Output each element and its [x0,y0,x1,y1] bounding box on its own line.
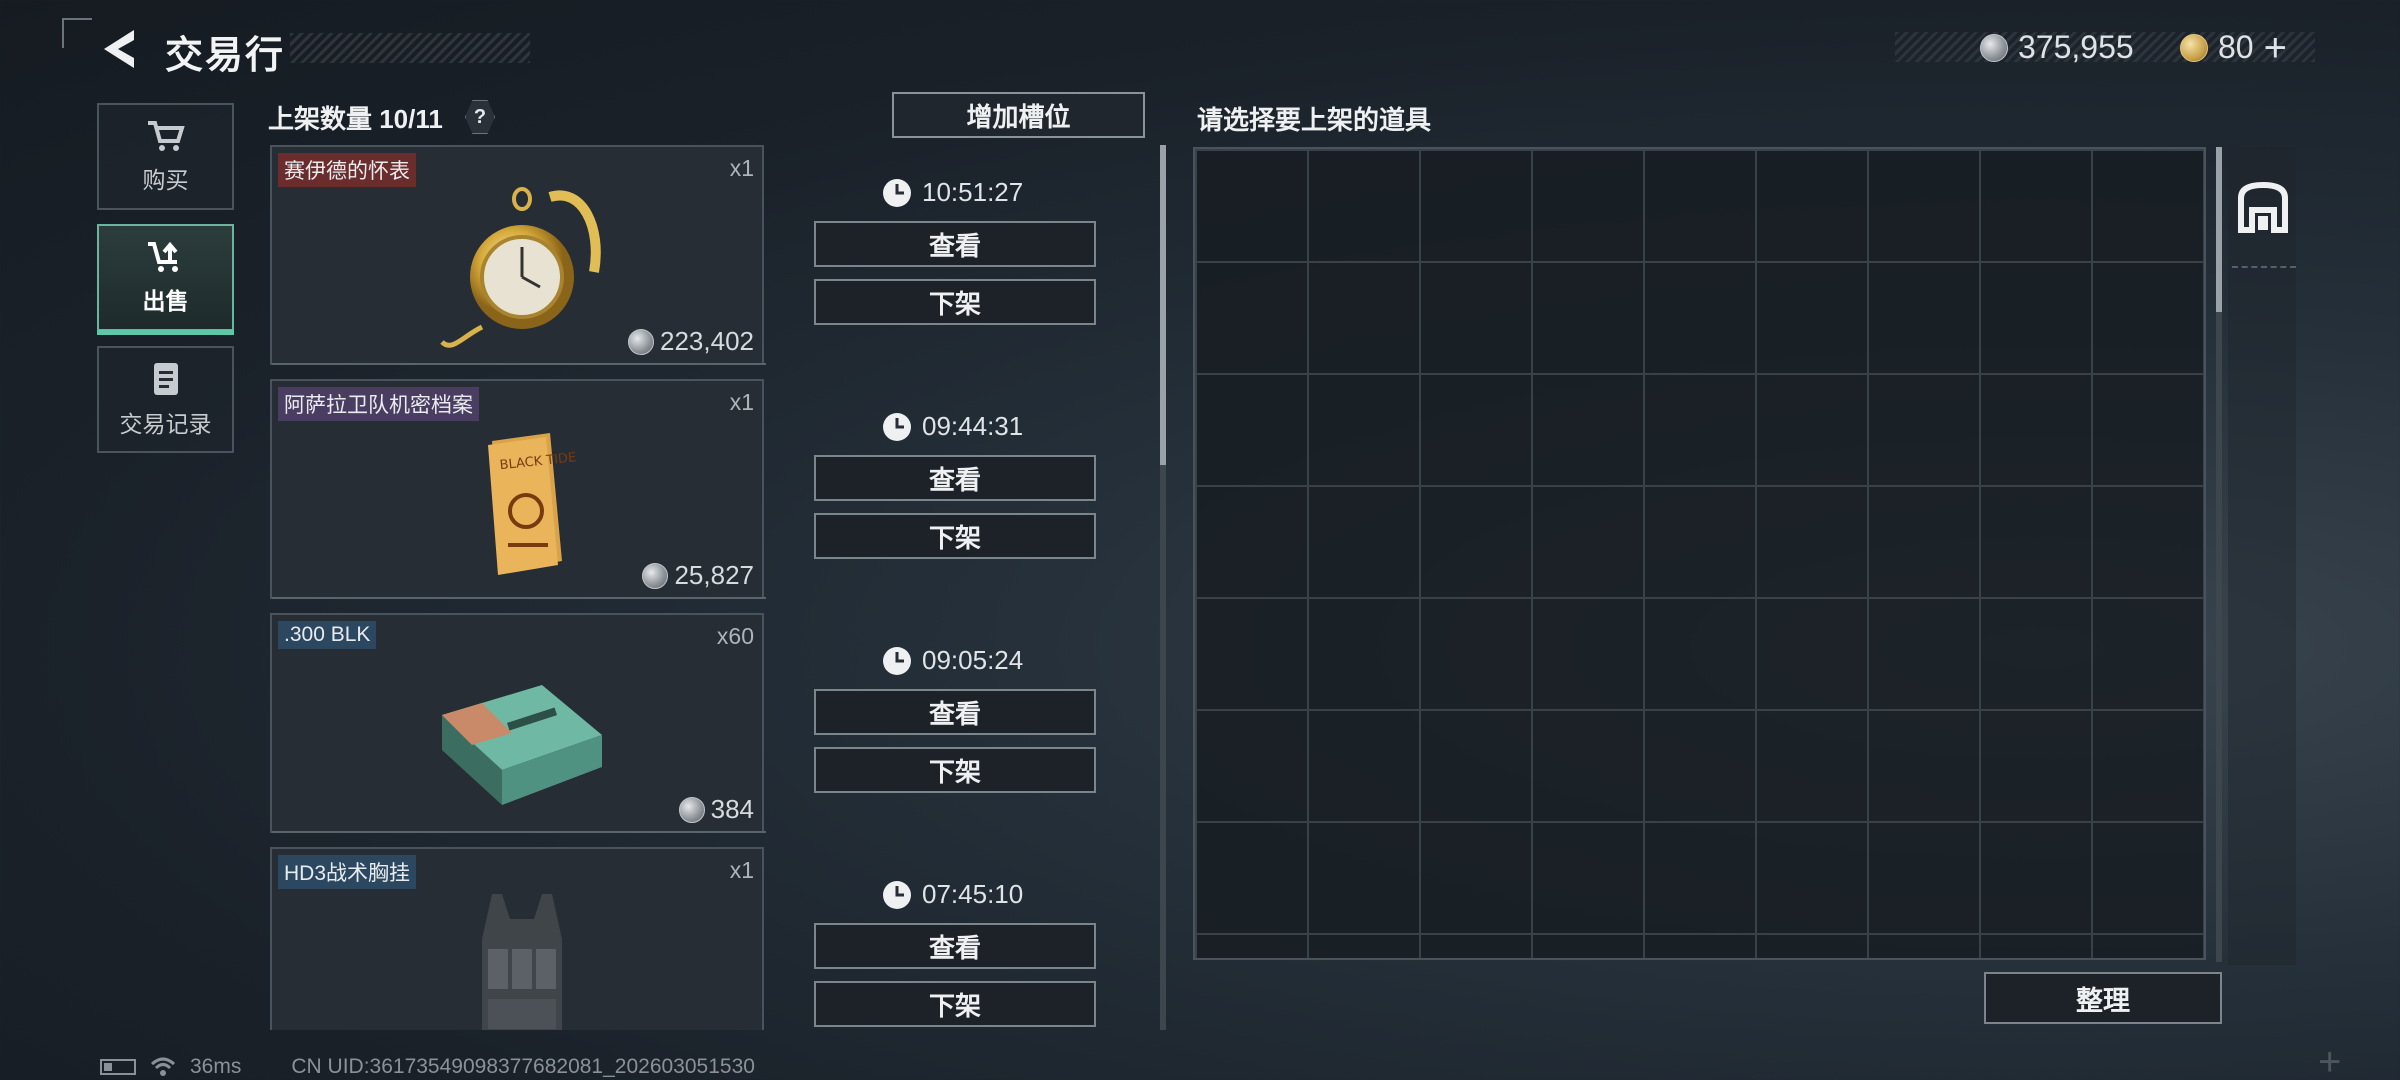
silver-coin-icon [628,328,655,355]
nav-sell[interactable]: 出售 [97,224,234,335]
item-card[interactable]: HD3战术胸挂 x1 [270,847,764,1030]
silver-coin-icon [642,562,669,589]
item-qty: x1 [729,857,754,883]
side-panel-divider [2232,266,2296,268]
item-price: 25,827 [642,560,754,591]
sell-cart-icon [147,241,178,272]
item-name: .300 BLK [278,621,377,649]
nav-records-label: 交易记录 [119,410,212,437]
delist-button[interactable]: 下架 [814,279,1096,325]
add-currency-button[interactable]: + [2264,28,2287,68]
help-button[interactable]: ? [465,100,495,134]
silver-coin-icon [678,796,705,823]
ammo-box-image [442,685,602,805]
timer-value: 09:05:24 [922,645,1024,675]
inventory-title: 请选择要上架的道具 [1197,105,1432,135]
listing-item: HD3战术胸挂 x1 07:45:10 查看 下架 [270,847,1146,1030]
listing-list[interactable]: 赛伊德的怀表 x1 223,402 10:51:27 查看 下架 阿萨拉卫队机密… [270,145,1146,1030]
page-title: 交易行 [165,35,286,77]
item-card[interactable]: 赛伊德的怀表 x1 223,402 [270,145,766,365]
timer-value: 09:44:31 [922,411,1024,441]
header-stripe [290,33,530,63]
listing-item: 赛伊德的怀表 x1 223,402 10:51:27 查看 下架 [270,145,1146,365]
view-button[interactable]: 查看 [814,923,1096,969]
gold-amount: 80 [2218,29,2254,65]
gold-coin-icon [2180,33,2208,62]
timer-value: 07:45:10 [922,879,1024,909]
item-price-value: 384 [710,794,754,824]
inventory-scrollbar-thumb[interactable] [2216,147,2222,312]
nav-buy[interactable]: 购买 [97,103,234,210]
item-price: 384 [678,794,754,825]
nav-buy-label: 购买 [142,166,189,193]
corner-bracket [62,18,92,48]
view-button[interactable]: 查看 [814,455,1096,501]
item-card[interactable]: .300 BLK x60 384 [270,613,766,833]
battery-icon [100,1059,136,1075]
listing-timer: 10:51:27 [882,177,1023,208]
ping-value: 36ms [190,1055,242,1078]
listed-count: 上架数量 10/11 [268,104,443,134]
delist-button[interactable]: 下架 [814,513,1096,559]
inventory-grid[interactable] [1193,147,2206,960]
sort-button[interactable]: 整理 [1984,972,2222,1024]
listing-timer: 07:45:10 [882,879,1023,910]
item-price-value: 223,402 [660,326,754,356]
item-name: HD3战术胸挂 [278,855,417,889]
document-image: BLACK TIDE [488,433,577,575]
item-qty: x1 [729,155,754,181]
pocket-watch-image [440,187,601,348]
status-bar: 36ms CN UID:3617354909837768208​1_202603… [100,1055,755,1079]
timer-value: 10:51:27 [922,177,1024,207]
corner-plus-icon: + [2318,1040,2342,1080]
wifi-icon [150,1057,176,1076]
silver-amount: 375,955 [2018,29,2134,65]
chest-rig-image [482,894,562,1030]
item-qty: x60 [716,623,754,649]
clock-icon [883,178,911,207]
storage-icon[interactable] [2236,180,2290,234]
currency-silver: 375,955 [1980,29,2134,66]
currency-gold: 80 + [2180,28,2287,68]
add-slot-button[interactable]: 增加槽位 [892,92,1145,138]
item-qty: x1 [729,389,754,415]
uid-text: CN UID:3617354909837768208​1_20260305153… [291,1055,755,1078]
listing-timer: 09:05:24 [882,645,1023,676]
view-button[interactable]: 查看 [814,221,1096,267]
item-price-value: 25,827 [674,560,754,590]
listing-timer: 09:44:31 [882,411,1023,442]
clock-icon [883,646,911,675]
clock-icon [883,880,911,909]
record-icon [153,362,178,395]
inventory-side-panel [2228,147,2296,965]
item-price: 223,402 [628,326,754,357]
item-name: 赛伊德的怀表 [278,153,416,187]
card-divider [272,597,766,599]
item-card[interactable]: 阿萨拉卫队机密档案 x1 BLACK TIDE 25,827 [270,379,766,599]
nav-records[interactable]: 交易记录 [97,346,234,453]
back-arrow-icon[interactable] [98,26,144,72]
cart-icon [147,120,185,151]
view-button[interactable]: 查看 [814,689,1096,735]
listing-scrollbar-thumb[interactable] [1160,145,1166,465]
delist-button[interactable]: 下架 [814,981,1096,1027]
card-divider [272,831,766,833]
delist-button[interactable]: 下架 [814,747,1096,793]
card-divider [272,363,766,365]
nav-sell-label: 出售 [142,287,189,314]
clock-icon [883,412,911,441]
silver-coin-icon [1980,33,2008,62]
listing-item: .300 BLK x60 384 09:05:24 查看 下架 [270,613,1146,833]
listing-item: 阿萨拉卫队机密档案 x1 BLACK TIDE 25,827 09:44:31 … [270,379,1146,599]
